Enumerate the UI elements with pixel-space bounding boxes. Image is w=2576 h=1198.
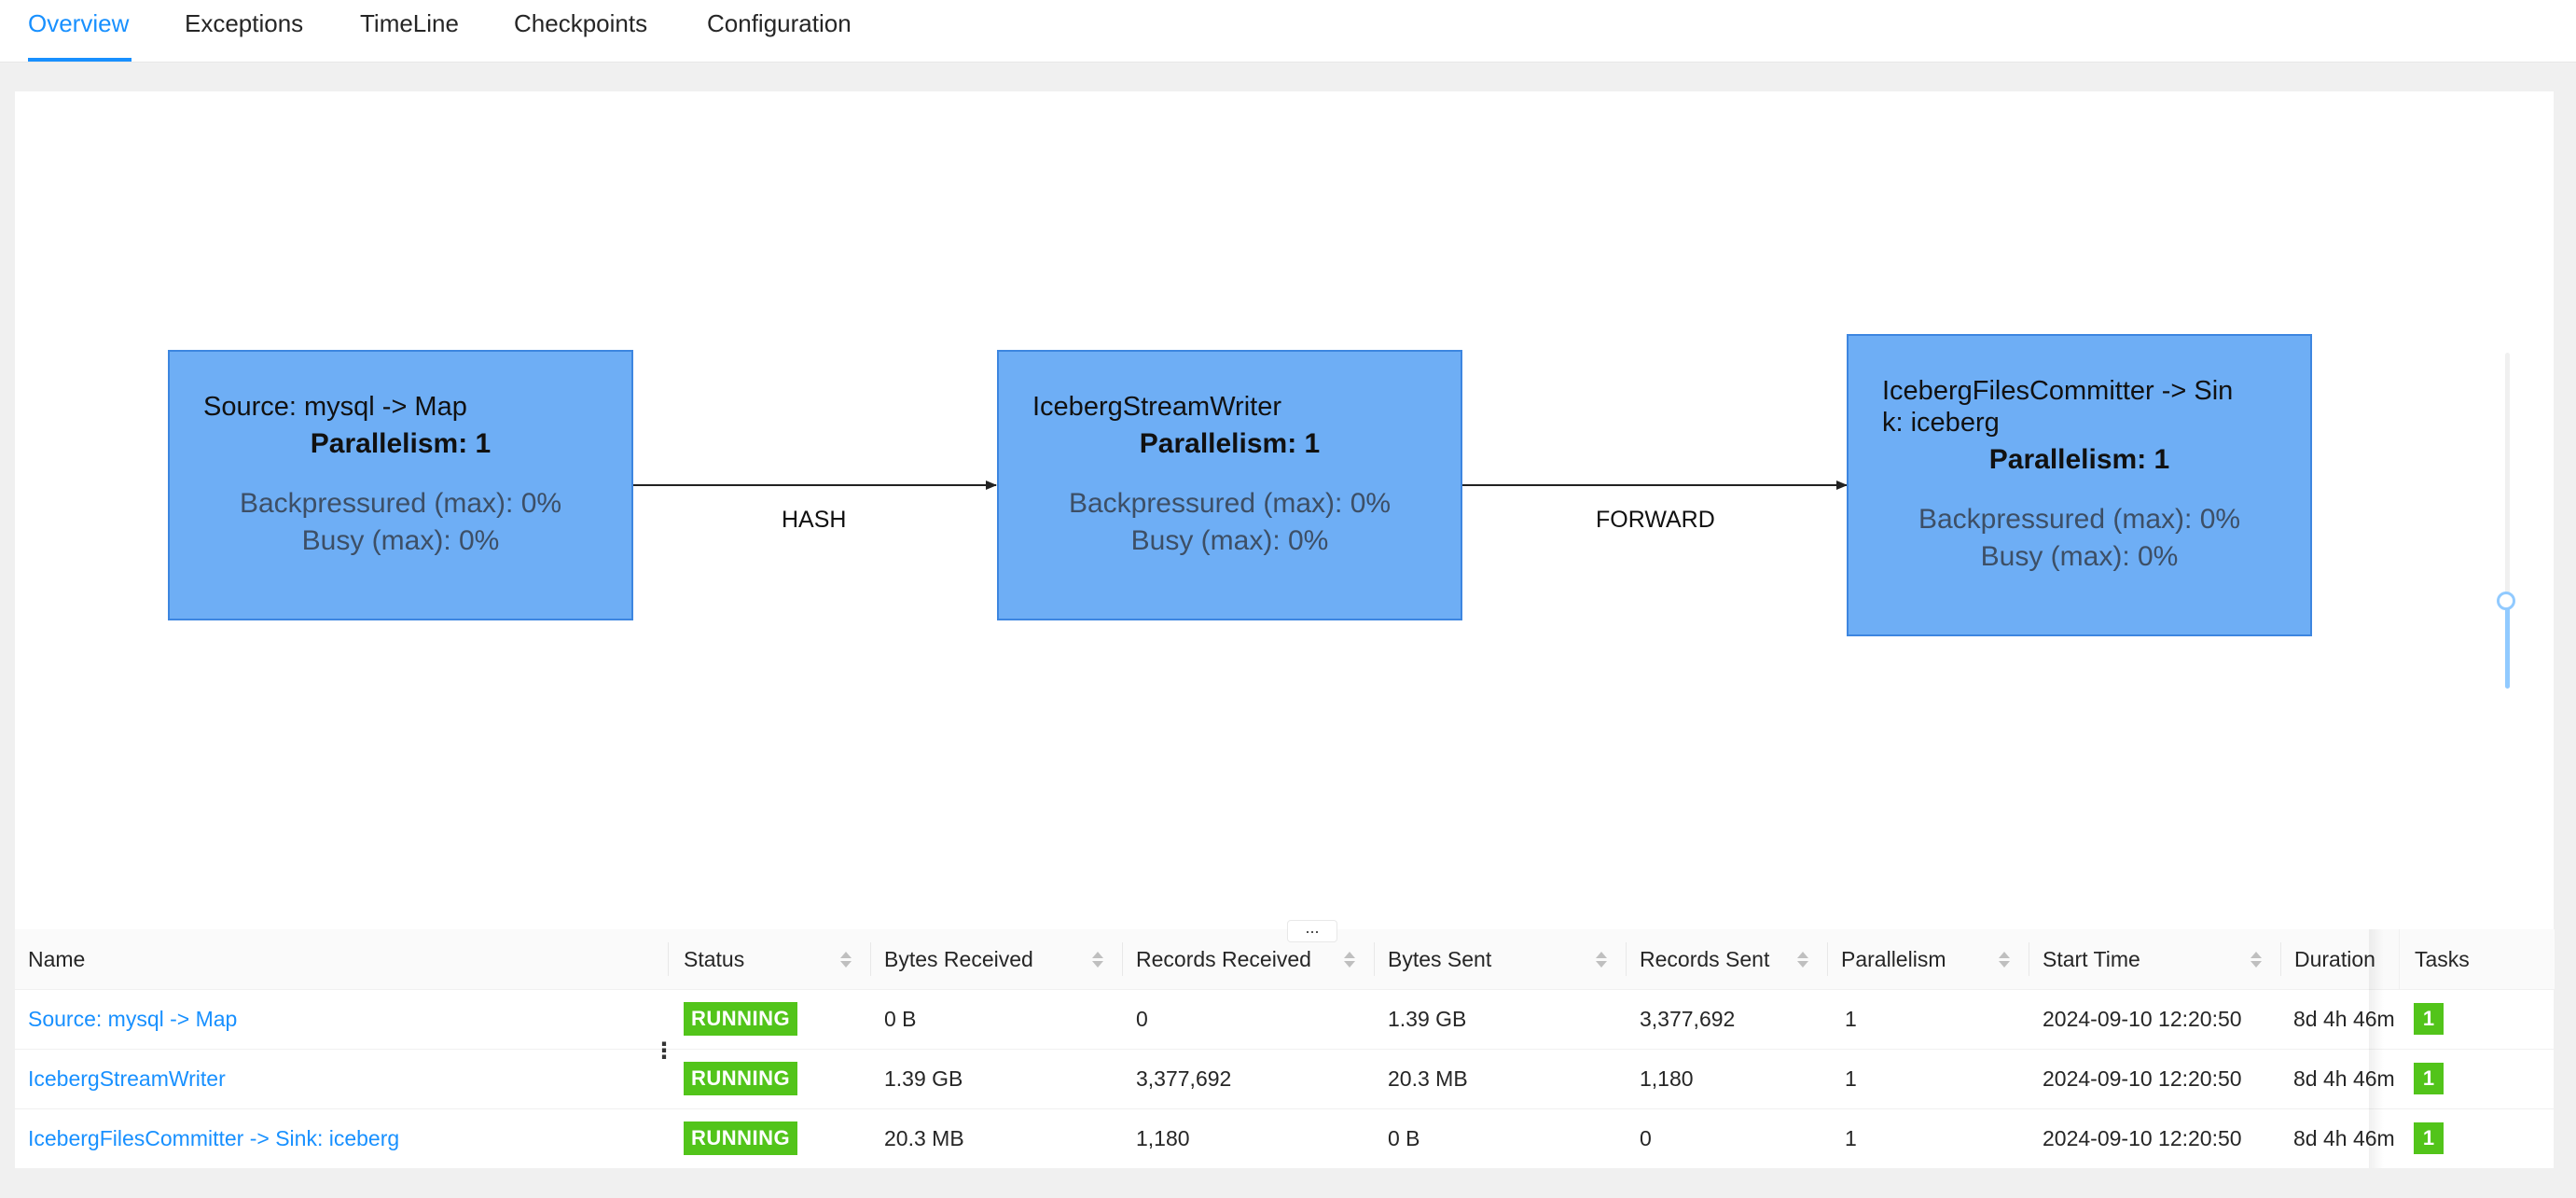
tab-exceptions[interactable]: Exceptions xyxy=(185,9,303,38)
col-header-tasks[interactable]: Tasks xyxy=(2415,929,2470,989)
node-busy: Busy (max): 0% xyxy=(301,525,500,556)
sort-icon[interactable] xyxy=(1796,950,1809,970)
node-parallelism: Parallelism: 1 xyxy=(1139,428,1321,459)
records-received: 1,180 xyxy=(1136,1126,1190,1150)
node-title: IcebergFilesCommitter -> Sin k: iceberg xyxy=(1882,376,2234,438)
col-header-records-sent[interactable]: Records Sent xyxy=(1640,929,1769,989)
bytes-sent: 0 B xyxy=(1388,1126,1420,1150)
col-header-name[interactable]: Name xyxy=(28,929,85,989)
node-busy: Busy (max): 0% xyxy=(1980,541,2179,572)
status-badge: RUNNING xyxy=(684,1062,798,1095)
records-received: 3,377,692 xyxy=(1136,1066,1232,1091)
task-count-badge[interactable]: 1 xyxy=(2414,1122,2444,1154)
col-header-records-received[interactable]: Records Received xyxy=(1136,929,1311,989)
active-tab-indicator xyxy=(28,58,132,62)
job-graph[interactable]: Source: mysql -> Map Parallelism: 1 Back… xyxy=(15,91,2554,929)
vertex-name-link[interactable]: Source: mysql -> Map xyxy=(28,989,237,1049)
column-separator xyxy=(2280,942,2281,976)
vertex-name-link[interactable]: IcebergStreamWriter xyxy=(28,1049,226,1108)
column-resize-handle[interactable]: ⋮ xyxy=(653,1038,675,1066)
sort-icon[interactable] xyxy=(1998,950,2011,970)
tasks-header-cell: Tasks xyxy=(2399,929,2555,990)
col-header-parallelism[interactable]: Parallelism xyxy=(1841,929,1946,989)
col-header-bytes-sent[interactable]: Bytes Sent xyxy=(1388,929,1491,989)
column-separator xyxy=(668,942,669,976)
node-backpressured: Backpressured (max): 0% xyxy=(1068,488,1392,519)
bytes-sent: 1.39 GB xyxy=(1388,1007,1467,1031)
table-row[interactable]: IcebergStreamWriter RUNNING 1.39 GB 3,37… xyxy=(15,1049,2554,1109)
column-separator xyxy=(870,942,871,976)
node-parallelism: Parallelism: 1 xyxy=(310,428,492,459)
tasks-cell: 1 xyxy=(2399,1108,2554,1169)
records-sent: 1,180 xyxy=(1640,1066,1694,1091)
tab-configuration[interactable]: Configuration xyxy=(707,9,852,38)
bytes-received: 0 B xyxy=(884,1007,917,1031)
tasks-column: Tasks 1 1 1 xyxy=(2399,929,2555,1169)
bytes-received: 20.3 MB xyxy=(884,1126,964,1150)
column-separator xyxy=(1626,942,1627,976)
bytes-sent: 20.3 MB xyxy=(1388,1066,1468,1091)
column-separator xyxy=(1374,942,1375,976)
status-badge: RUNNING xyxy=(684,1002,798,1036)
sort-icon[interactable] xyxy=(839,950,852,970)
col-header-status[interactable]: Status xyxy=(684,929,744,989)
parallelism: 1 xyxy=(1845,1066,1857,1091)
zoom-slider-handle[interactable] xyxy=(2497,592,2515,610)
node-busy: Busy (max): 0% xyxy=(1130,525,1329,556)
edge-label-hash: HASH xyxy=(782,507,847,533)
node-parallelism: Parallelism: 1 xyxy=(1988,444,2170,475)
zoom-slider-fill xyxy=(2505,603,2510,689)
records-sent: 3,377,692 xyxy=(1640,1007,1736,1031)
table-row[interactable]: IcebergFilesCommitter -> Sink: iceberg R… xyxy=(15,1108,2554,1169)
sort-icon[interactable] xyxy=(1595,950,1608,970)
tab-overview[interactable]: Overview xyxy=(28,9,129,38)
task-count-badge[interactable]: 1 xyxy=(2414,1003,2444,1035)
vertex-name-link[interactable]: IcebergFilesCommitter -> Sink: iceberg xyxy=(28,1108,399,1168)
tasks-cell: 1 xyxy=(2399,1049,2554,1109)
tasks-cell: 1 xyxy=(2399,989,2554,1050)
panel-resize-handle[interactable]: ... xyxy=(1287,919,1337,942)
records-received: 0 xyxy=(1136,1007,1148,1031)
start-time: 2024-09-10 12:20:50 xyxy=(2043,1126,2242,1150)
fixed-column-shadow xyxy=(2369,929,2384,1168)
column-separator xyxy=(1122,942,1123,976)
node-title: IcebergStreamWriter xyxy=(1032,392,1281,422)
vertex-table: Name Status Bytes Received Records Recei… xyxy=(15,929,2555,1169)
graph-node-source[interactable]: Source: mysql -> Map Parallelism: 1 Back… xyxy=(168,350,633,620)
graph-node-writer[interactable]: IcebergStreamWriter Parallelism: 1 Backp… xyxy=(997,350,1462,620)
col-header-start-time[interactable]: Start Time xyxy=(2043,929,2140,989)
node-backpressured: Backpressured (max): 0% xyxy=(239,488,562,519)
col-header-bytes-received[interactable]: Bytes Received xyxy=(884,929,1033,989)
parallelism: 1 xyxy=(1845,1126,1857,1150)
bytes-received: 1.39 GB xyxy=(884,1066,963,1091)
node-title: Source: mysql -> Map xyxy=(203,392,467,422)
table-header: Name Status Bytes Received Records Recei… xyxy=(15,929,2554,990)
tab-timeline[interactable]: TimeLine xyxy=(360,9,459,38)
table-row[interactable]: Source: mysql -> Map RUNNING 0 B 0 1.39 … xyxy=(15,989,2554,1050)
start-time: 2024-09-10 12:20:50 xyxy=(2043,1066,2242,1091)
edge-label-forward: FORWARD xyxy=(1596,507,1715,533)
sort-icon[interactable] xyxy=(1343,950,1356,970)
col-header-duration[interactable]: Duration xyxy=(2294,929,2375,989)
task-count-badge[interactable]: 1 xyxy=(2414,1063,2444,1094)
tab-checkpoints[interactable]: Checkpoints xyxy=(514,9,647,38)
sort-icon[interactable] xyxy=(1091,950,1104,970)
sort-icon[interactable] xyxy=(2250,950,2263,970)
status-badge: RUNNING xyxy=(684,1121,798,1155)
tab-bar: Overview Exceptions TimeLine Checkpoints… xyxy=(0,0,2576,63)
graph-node-committer[interactable]: IcebergFilesCommitter -> Sin k: iceberg … xyxy=(1847,334,2312,636)
column-separator xyxy=(1827,942,1828,976)
start-time: 2024-09-10 12:20:50 xyxy=(2043,1007,2242,1031)
parallelism: 1 xyxy=(1845,1007,1857,1031)
records-sent: 0 xyxy=(1640,1126,1652,1150)
node-backpressured: Backpressured (max): 0% xyxy=(1918,504,2241,535)
